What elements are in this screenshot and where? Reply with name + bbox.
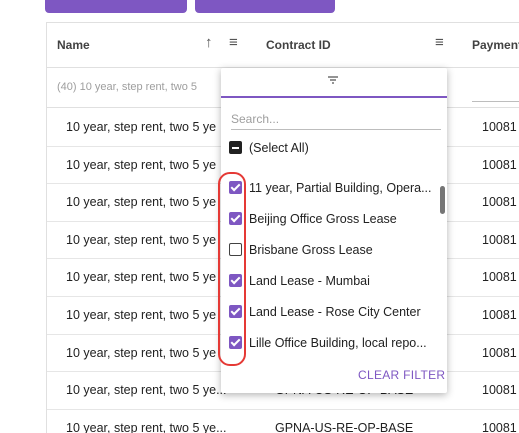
cell-payment: 10081 xyxy=(482,308,517,322)
cell-payment: 10081 xyxy=(482,420,517,433)
option-label: Land Lease - Mumbai xyxy=(249,274,370,288)
clear-filter-button[interactable]: CLEAR FILTER xyxy=(358,368,445,382)
name-filter-input[interactable]: (40) 10 year, step rent, two 5 xyxy=(57,81,197,93)
payment-filter-input[interactable] xyxy=(472,101,519,102)
filter-popup: (Select All) 11 year, Partial Building, O… xyxy=(221,68,447,393)
cell-name: 10 year, step rent, two 5 ye xyxy=(66,308,217,322)
cell-name: 10 year, step rent, two 5 ye... xyxy=(66,383,226,398)
filter-option[interactable]: Land Lease - Mumbai xyxy=(229,271,441,291)
option-label: Brisbane Gross Lease xyxy=(249,243,373,257)
filter-tab[interactable] xyxy=(221,68,447,98)
cell-name: 10 year, step rent, two 5 ye xyxy=(66,345,217,360)
filter-option[interactable]: Lille Office Building, local repo... xyxy=(229,333,441,353)
column-menu-icon[interactable]: ≡ xyxy=(229,34,238,51)
scrollbar-thumb[interactable] xyxy=(440,186,445,214)
cell-payment: 10081 xyxy=(482,157,517,172)
cell-name: 10 year, step rent, two 5 ye... xyxy=(66,420,226,433)
table-row[interactable]: 10 year, step rent, two 5 ye... GPNA-US-R… xyxy=(47,410,519,433)
cell-payment: 10081 xyxy=(482,195,517,210)
cell-name: 10 year, step rent, two 5 ye xyxy=(66,157,217,172)
cell-name: 10 year, step rent, two 5 ye xyxy=(66,270,217,285)
cell-name: 10 year, step rent, two 5 ye xyxy=(66,120,217,134)
cell-name: 10 year, step rent, two 5 ye xyxy=(66,232,217,247)
grid-header: Name ↑ ≡ Contract ID ≡ Payment xyxy=(47,23,519,68)
option-label: Land Lease - Rose City Center xyxy=(249,305,421,319)
column-header-payment[interactable]: Payment xyxy=(472,38,519,52)
toolbar-button-1[interactable] xyxy=(45,0,187,13)
toolbar-button-2[interactable] xyxy=(195,0,335,13)
cell-contract-id: GPNA-US-RE-OP-BASE xyxy=(275,420,414,433)
column-menu-icon[interactable]: ≡ xyxy=(435,34,444,51)
filter-search-input[interactable] xyxy=(231,106,441,130)
highlight-annotation xyxy=(218,172,246,366)
filter-option[interactable]: 11 year, Partial Building, Opera... xyxy=(229,178,441,198)
filter-option[interactable]: Beijing Office Gross Lease xyxy=(229,209,441,229)
cell-payment: 10081 xyxy=(482,232,517,247)
cell-payment: 10081 xyxy=(482,120,517,134)
cell-payment: 10081 xyxy=(482,345,517,360)
filter-option[interactable]: Brisbane Gross Lease xyxy=(229,240,441,260)
cell-payment: 10081 xyxy=(482,383,517,398)
filter-option[interactable]: Land Lease - Rose City Center xyxy=(229,302,441,322)
option-label: Beijing Office Gross Lease xyxy=(249,212,397,226)
filter-icon xyxy=(327,75,339,88)
option-label: (Select All) xyxy=(249,141,309,155)
cell-name: 10 year, step rent, two 5 ye xyxy=(66,195,217,210)
checkbox[interactable] xyxy=(229,141,242,154)
option-label: Lille Office Building, local repo... xyxy=(249,336,427,350)
sort-asc-icon[interactable]: ↑ xyxy=(205,34,213,51)
option-label: 11 year, Partial Building, Opera... xyxy=(249,181,432,195)
column-header-name[interactable]: Name xyxy=(57,38,90,52)
cell-payment: 10081 xyxy=(482,270,517,285)
column-header-contract-id[interactable]: Contract ID xyxy=(266,38,331,52)
select-all-option[interactable]: (Select All) xyxy=(229,138,441,158)
